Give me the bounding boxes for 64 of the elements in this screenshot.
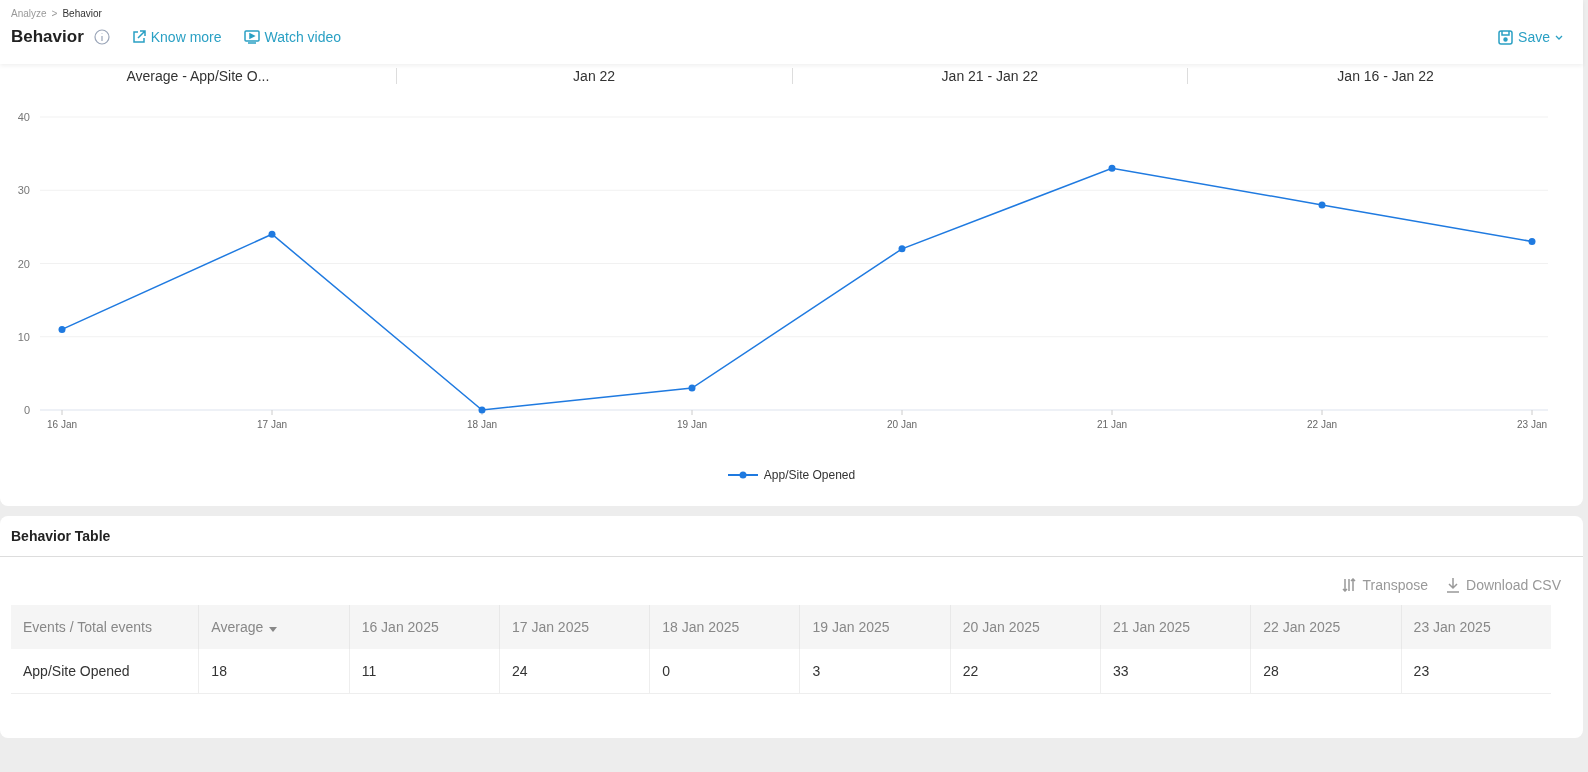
save-button[interactable]: Save — [1490, 29, 1571, 45]
x-tick-label: 21 Jan — [1097, 419, 1127, 430]
breadcrumb-item[interactable]: Behavior — [62, 8, 102, 19]
data-point — [58, 325, 66, 333]
y-tick-label: 0 — [23, 404, 30, 416]
chevron-down-icon — [1555, 34, 1563, 40]
x-tick-label: 22 Jan — [1307, 419, 1337, 430]
external-link-icon — [131, 30, 146, 44]
column-header[interactable]: Average — [198, 605, 350, 649]
table-cell: 3 — [800, 649, 951, 694]
table-action-button[interactable]: Download CSV — [1446, 577, 1561, 593]
column-header: 19 Jan 2025 — [800, 605, 951, 649]
y-tick-label: 20 — [17, 257, 30, 270]
breadcrumb-separator: > — [51, 8, 58, 19]
column-header: 20 Jan 2025 — [950, 605, 1101, 649]
x-tick-label: 20 Jan — [887, 419, 917, 430]
x-tick-label: 23 Jan — [1517, 419, 1547, 430]
page-title: Behavior — [11, 27, 84, 47]
column-header: 23 Jan 2025 — [1401, 605, 1551, 649]
table-cell: App/Site Opened — [11, 649, 199, 694]
x-tick-label: 19 Jan — [677, 419, 707, 430]
table-cell: 28 — [1250, 649, 1402, 694]
data-point — [898, 245, 906, 253]
summary-label: Jan 22 — [395, 68, 792, 84]
data-point — [268, 230, 276, 238]
data-point — [1108, 164, 1116, 172]
data-point — [478, 406, 486, 414]
column-header: 18 Jan 2025 — [649, 605, 800, 649]
data-point — [1528, 238, 1536, 246]
section-title: Behavior Table — [0, 516, 1583, 557]
table-cell: 11 — [349, 649, 500, 694]
data-point — [688, 384, 696, 392]
table-action-button[interactable]: Transpose — [1342, 577, 1429, 593]
column-header: 22 Jan 2025 — [1250, 605, 1402, 649]
table-cell: 18 — [198, 649, 350, 694]
table-cell: 22 — [950, 649, 1101, 694]
download-icon — [1446, 577, 1461, 593]
y-tick-label: 40 — [17, 111, 30, 123]
info-icon[interactable] — [93, 29, 110, 45]
y-tick-label: 30 — [17, 184, 30, 197]
header-link[interactable]: Know more — [131, 29, 222, 45]
table-cell: 0 — [649, 649, 800, 694]
x-tick-label: 16 Jan — [47, 419, 77, 430]
table-cell: 24 — [499, 649, 650, 694]
table-cell: 33 — [1100, 649, 1251, 694]
column-header: 21 Jan 2025 — [1100, 605, 1251, 649]
data-point — [1318, 201, 1326, 209]
table-cell: 23 — [1401, 649, 1551, 694]
x-tick-label: 18 Jan — [467, 419, 497, 430]
save-icon — [1498, 29, 1514, 45]
column-header: 16 Jan 2025 — [349, 605, 500, 649]
transpose-icon — [1342, 578, 1357, 592]
y-tick-label: 10 — [17, 330, 30, 343]
x-tick-label: 17 Jan — [257, 419, 287, 430]
header-link[interactable]: Watch video — [243, 29, 342, 45]
column-header: 17 Jan 2025 — [499, 605, 650, 649]
summary-label: Average - App/Site O... — [125, 68, 271, 84]
summary-label: Jan 21 - Jan 22 — [791, 68, 1188, 84]
legend-line-icon — [727, 471, 758, 479]
breadcrumb-item[interactable]: Analyze — [11, 8, 47, 19]
legend-label: App/Site Opened — [763, 468, 856, 482]
video-icon — [243, 30, 260, 44]
column-header: Events / Total events — [11, 605, 199, 649]
summary-label: Jan 16 - Jan 22 — [1187, 68, 1583, 84]
